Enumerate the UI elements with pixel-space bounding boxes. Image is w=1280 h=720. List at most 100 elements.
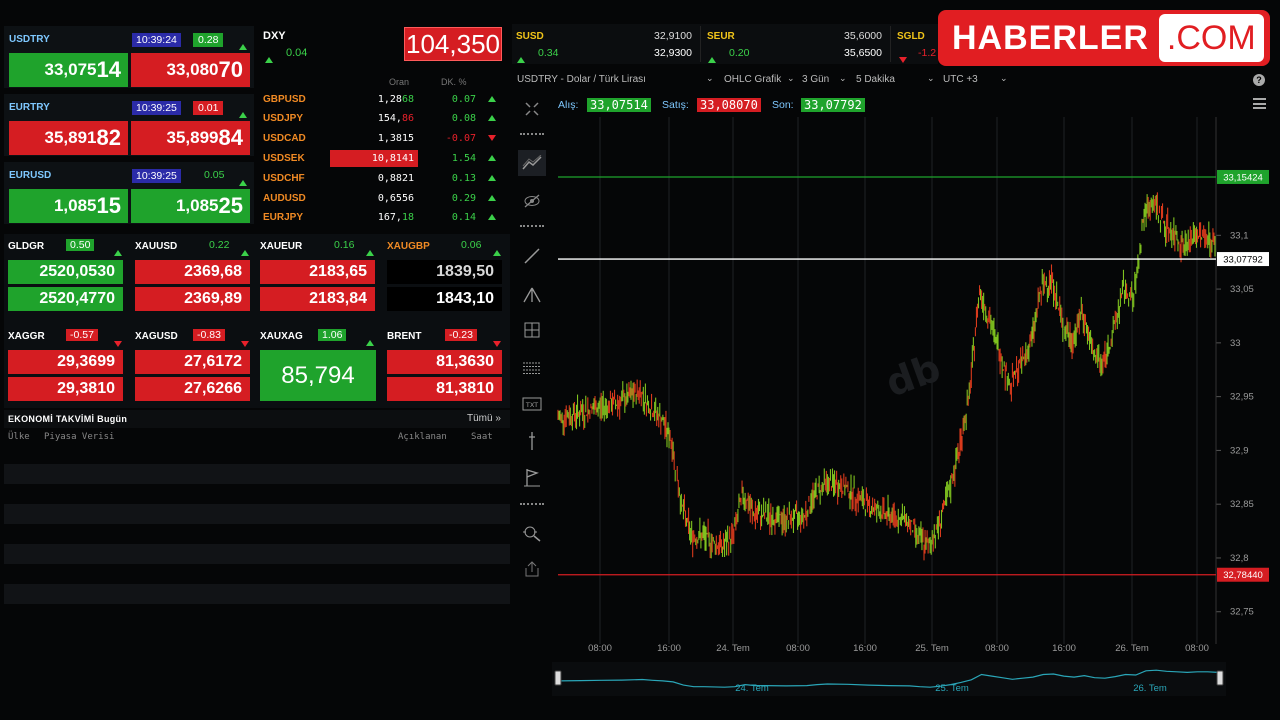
econ-all-link[interactable]: Tümü » <box>467 413 501 424</box>
dxy-table-row[interactable]: AUDUSD 0,6556 0.29 <box>258 188 508 208</box>
fx-bid-tile[interactable]: 35,891 82 <box>9 121 128 155</box>
triangle-up-icon <box>239 112 247 118</box>
metal-bid-tile[interactable]: 2520,0530 <box>8 260 123 284</box>
chart-timezone-chevron-icon[interactable]: ⌄ <box>1000 73 1008 84</box>
grid-tool-icon[interactable] <box>518 355 546 381</box>
metal-change: 0.06 <box>461 239 482 251</box>
dxy-table-row[interactable]: USDSEK 10,8141 1.54 <box>258 148 508 168</box>
chart-interval-chevron-icon[interactable]: ⌄ <box>927 73 935 84</box>
metal-ask-tile[interactable]: 2183,84 <box>260 287 375 311</box>
x-tick-label: 16:00 <box>1052 643 1076 654</box>
chart-interval-select[interactable]: 5 Dakika <box>856 74 895 85</box>
export-tool-icon[interactable] <box>518 556 546 582</box>
metal-bid: 81,3630 <box>436 353 494 370</box>
metal-head: XAUGBP <box>387 239 430 253</box>
text-tool-icon[interactable]: TXT <box>518 391 546 417</box>
dxy-col-pct: DK. % <box>441 77 467 87</box>
chart-symbol-select[interactable]: USDTRY - Dolar / Türk Lirası <box>517 74 646 85</box>
fx-ask-tile[interactable]: 35,899 84 <box>131 121 250 155</box>
help-icon[interactable]: ? <box>1253 74 1265 86</box>
fx-ask-tile[interactable]: 1,085 25 <box>131 189 250 223</box>
chart-timezone-select[interactable]: UTC +3 <box>943 74 978 85</box>
econ-row[interactable] <box>4 544 510 564</box>
metal-ask-tile[interactable]: 2369,89 <box>135 287 250 311</box>
chart-range-select[interactable]: 3 Gün <box>802 74 829 85</box>
dxy-row-value-main: 167, <box>377 212 402 224</box>
econ-col-country: Ülke <box>8 432 30 442</box>
navigator-label: 24. Tem <box>735 683 769 694</box>
dxy-row-value-main: 10,8141 <box>371 152 414 164</box>
metal-head: XAGGR <box>8 329 45 343</box>
metal-change: 1.06 <box>318 329 347 341</box>
menu-icon[interactable] <box>1253 98 1266 109</box>
metal-bid-tile[interactable]: 29,3699 <box>8 350 123 374</box>
haberler-logo[interactable]: HABERLER .COM <box>938 10 1270 66</box>
triangle-up-icon <box>366 250 374 256</box>
hide-eye-icon[interactable] <box>518 188 546 214</box>
fx-bid-tile[interactable]: 1,085 15 <box>9 189 128 223</box>
metal-ask-tile[interactable]: 2520,4770 <box>8 287 123 311</box>
metal-bid-tile[interactable]: 81,3630 <box>387 350 502 374</box>
triangle-up-icon <box>517 57 525 63</box>
fx-pair-name: EURTRY <box>9 99 50 115</box>
metal-bid-tile[interactable]: 2369,68 <box>135 260 250 284</box>
metal-ask-tile[interactable]: 1843,10 <box>387 287 502 311</box>
dxy-row-indicator <box>476 153 508 164</box>
dxy-row-value: 1,3815 <box>330 133 418 144</box>
fx-bid-tail: 14 <box>96 57 121 82</box>
vertical-line-tool-icon[interactable] <box>518 428 546 454</box>
chart-type-chevron-icon[interactable]: ⌄ <box>787 73 795 84</box>
dxy-table-row[interactable]: USDJPY 154,86 0.08 <box>258 109 508 129</box>
y-tick-label: 32,9 <box>1230 445 1249 456</box>
triangle-up-icon <box>488 154 496 161</box>
xauxag-tile[interactable]: 85,794 <box>260 350 376 401</box>
fx-change: 0.05 <box>204 169 225 181</box>
metal-name: XAUUSD <box>135 240 178 252</box>
flag-tool-icon[interactable] <box>518 465 546 491</box>
metal-ask-tile[interactable]: 29,3810 <box>8 377 123 401</box>
tool-separator <box>520 503 544 505</box>
navigator-left-handle[interactable] <box>554 670 562 686</box>
metal-ask-tile[interactable]: 81,3810 <box>387 377 502 401</box>
dxy-change-indicator <box>265 50 273 68</box>
crosshair-tool-icon[interactable] <box>518 317 546 343</box>
dxy-row-indicator <box>476 133 508 144</box>
econ-row[interactable] <box>4 464 510 484</box>
fx-bid-tile[interactable]: 33,075 14 <box>9 53 128 87</box>
trend-line-tool-icon[interactable] <box>518 150 546 176</box>
pitchfork-tool-icon[interactable] <box>518 282 546 308</box>
metal-head: XAUUSD <box>135 239 177 253</box>
chart-range-chevron-icon[interactable]: ⌄ <box>839 73 847 84</box>
dxy-value[interactable]: 104,350 <box>404 27 502 61</box>
econ-row[interactable] <box>4 584 510 604</box>
line-tool-icon[interactable] <box>518 243 546 269</box>
dxy-table-row[interactable]: USDCHF 0,8821 0.13 <box>258 168 508 188</box>
bid-label: Alış: <box>558 99 579 111</box>
metal-ask-tile[interactable]: 27,6266 <box>135 377 250 401</box>
econ-row[interactable] <box>4 504 510 524</box>
dxy-row-pct: -0.07 <box>445 133 476 145</box>
zoom-tool-icon[interactable] <box>518 520 546 546</box>
metal-bid-tile[interactable]: 2183,65 <box>260 260 375 284</box>
dxy-table-row[interactable]: EURJPY 167,18 0.14 <box>258 208 508 228</box>
chart-symbol-chevron-icon[interactable]: ⌄ <box>706 73 714 84</box>
navigator-right-handle[interactable] <box>1216 670 1224 686</box>
dxy-table-row[interactable]: GBPUSD 1,2868 0.07 <box>258 89 508 109</box>
price-chart[interactable]: 08:00 16:00 24. Tem 08:00 16:00 25. Tem 08:00 1… <box>552 112 1280 662</box>
dxy-row-value-main: 0,6556 <box>377 192 414 204</box>
triangle-up-icon <box>366 340 374 346</box>
fx-ask-tile[interactable]: 33,080 70 <box>131 53 250 87</box>
metal-bid-tile[interactable]: 27,6172 <box>135 350 250 374</box>
triangle-up-icon <box>493 250 501 256</box>
fullscreen-icon[interactable] <box>518 96 546 122</box>
chart-type-select[interactable]: OHLC Grafik <box>724 74 781 85</box>
chart-navigator[interactable]: 24. Tem 25. Tem 26. Tem <box>552 662 1226 696</box>
metal-bid-tile[interactable]: 1839,50 <box>387 260 502 284</box>
dxy-row-symbol: EURJPY <box>263 212 304 224</box>
metal-bid: 1839,50 <box>436 263 494 280</box>
dxy-table-row[interactable]: USDCAD 1,3815 -0.07 <box>258 129 508 149</box>
susd-name: SUSD <box>516 31 544 42</box>
fx-pair-name: USDTRY <box>9 31 50 47</box>
navigator-label: 25. Tem <box>935 683 969 694</box>
xauxag-value: 85,794 <box>281 361 355 389</box>
